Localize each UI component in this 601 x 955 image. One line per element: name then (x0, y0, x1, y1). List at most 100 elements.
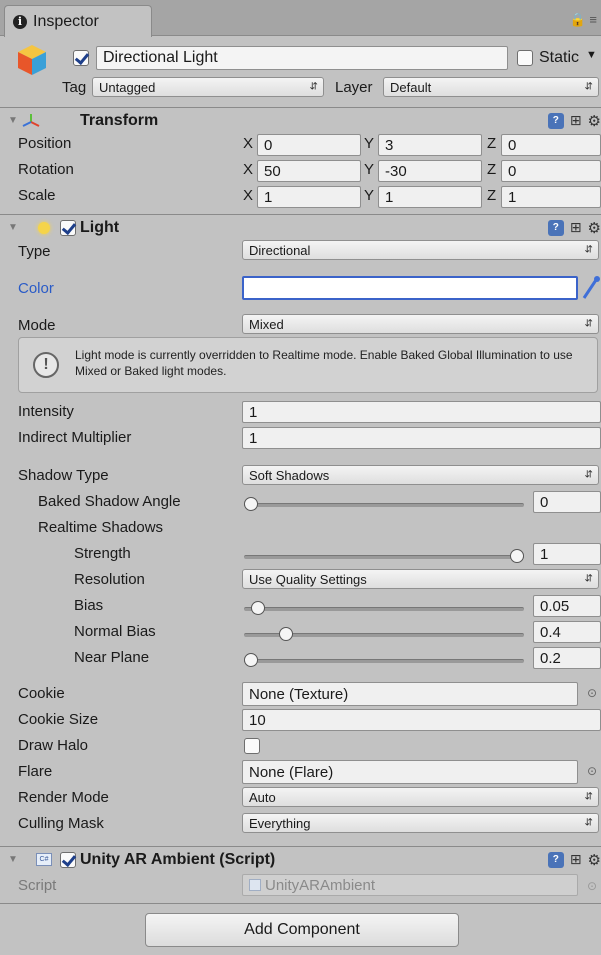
help-book-icon[interactable]: ? (547, 112, 564, 129)
near-plane-label: Near Plane (74, 649, 150, 666)
object-active-checkbox[interactable] (73, 50, 89, 66)
strength-label: Strength (74, 545, 131, 562)
culling-mask-label: Culling Mask (18, 815, 104, 832)
light-header[interactable]: ▼ Light ? ⊞ ⚙ (0, 214, 601, 240)
object-picker-icon[interactable]: ⊙ (587, 686, 597, 700)
gear-icon[interactable]: ⚙ (588, 112, 601, 130)
type-label: Type (18, 243, 51, 260)
render-mode-label: Render Mode (18, 789, 109, 806)
color-label: Color (18, 280, 54, 297)
rotation-x-field[interactable]: 50 (257, 160, 361, 182)
lock-icon[interactable]: 🔒 ≡ (570, 12, 597, 28)
transform-axes-icon (22, 114, 40, 127)
bias-knob[interactable] (250, 601, 265, 615)
static-checkbox[interactable] (517, 50, 533, 66)
normal-bias-knob[interactable] (279, 627, 294, 641)
realtime-shadows-label: Realtime Shadows (38, 519, 164, 536)
render-mode-value: Auto (249, 789, 276, 805)
scale-z-field[interactable]: 1 (501, 186, 601, 208)
bias-track[interactable] (244, 607, 524, 611)
position-x-field[interactable]: 0 (257, 134, 361, 156)
flare-field[interactable]: None (Flare) (242, 760, 578, 784)
script-asset-icon (249, 879, 261, 891)
foldout-arrow-icon[interactable]: ▼ (8, 854, 18, 865)
cookie-size-label: Cookie Size (18, 711, 99, 728)
color-swatch-field[interactable] (242, 276, 578, 300)
position-y-field[interactable]: 3 (378, 134, 482, 156)
position-z-axis: Z (487, 135, 497, 152)
object-picker-icon[interactable]: ⊙ (587, 764, 597, 778)
type-value: Directional (249, 242, 311, 258)
shadow-type-value: Soft Shadows (249, 467, 330, 483)
strength-track[interactable] (244, 555, 524, 559)
script-component-title: Unity AR Ambient (Script) (80, 850, 276, 868)
resolution-dropdown[interactable]: Use Quality Settings ⇵ (242, 569, 599, 589)
type-dropdown[interactable]: Directional ⇵ (242, 240, 599, 260)
rotation-label: Rotation (18, 161, 74, 178)
foldout-arrow-icon[interactable]: ▼ (8, 115, 18, 126)
tag-dropdown[interactable]: Untagged ⇵ (92, 77, 324, 97)
culling-mask-dropdown[interactable]: Everything ⇵ (242, 813, 599, 833)
strength-field[interactable]: 1 (533, 543, 601, 565)
scale-y-field[interactable]: 1 (378, 186, 482, 208)
help-book-icon[interactable]: ? (547, 851, 564, 868)
strength-knob[interactable] (510, 549, 524, 563)
near-plane-field[interactable]: 0.2 (533, 647, 601, 669)
scale-x-field[interactable]: 1 (257, 186, 361, 208)
resolution-label: Resolution (74, 571, 145, 588)
layer-label: Layer (335, 79, 373, 96)
position-z-field[interactable]: 0 (501, 134, 601, 156)
inspector-tab-bar: i Inspector 🔒 ≡ (0, 0, 601, 37)
near-plane-track[interactable] (244, 659, 524, 663)
bias-field[interactable]: 0.05 (533, 595, 601, 617)
light-enabled-checkbox[interactable] (60, 219, 76, 236)
light-bulb-icon (38, 221, 50, 234)
baked-shadow-angle-field[interactable]: 0 (533, 491, 601, 513)
dropdown-arrow-icon: ⇵ (584, 81, 593, 93)
mode-dropdown[interactable]: Mixed ⇵ (242, 314, 599, 334)
cookie-size-field[interactable]: 10 (242, 709, 601, 731)
dropdown-arrow-icon: ⇵ (584, 318, 593, 330)
scale-x-axis: X (243, 187, 254, 204)
preset-icon[interactable]: ⊞ (570, 112, 582, 129)
script-value: UnityARAmbient (265, 876, 376, 894)
help-text: Light mode is currently overridden to Re… (75, 348, 573, 378)
transform-header[interactable]: ▼ Transform ? ⊞ ⚙ (0, 107, 601, 133)
position-x-axis: X (243, 135, 254, 152)
intensity-field[interactable]: 1 (242, 401, 601, 423)
dropdown-arrow-icon: ⇵ (584, 791, 593, 803)
normal-bias-field[interactable]: 0.4 (533, 621, 601, 643)
eyedropper-icon[interactable] (581, 275, 601, 301)
indirect-multiplier-field[interactable]: 1 (242, 427, 601, 449)
baked-shadow-angle-knob[interactable] (244, 497, 258, 511)
cookie-field[interactable]: None (Texture) (242, 682, 578, 706)
preset-icon[interactable]: ⊞ (570, 851, 582, 868)
add-component-button[interactable]: Add Component (145, 913, 459, 947)
rotation-y-field[interactable]: -30 (378, 160, 482, 182)
tab-inspector[interactable]: i Inspector (4, 5, 152, 37)
help-book-icon[interactable]: ? (547, 219, 564, 236)
gear-icon[interactable]: ⚙ (588, 851, 601, 869)
rotation-z-field[interactable]: 0 (501, 160, 601, 182)
baked-shadow-angle-track[interactable] (244, 503, 524, 507)
cookie-label: Cookie (18, 685, 65, 702)
foldout-arrow-icon[interactable]: ▼ (8, 222, 18, 233)
normal-bias-label: Normal Bias (74, 623, 156, 640)
gameobject-cube-icon (18, 45, 46, 75)
light-title: Light (80, 218, 120, 236)
script-enabled-checkbox[interactable] (60, 851, 76, 868)
object-name-field[interactable]: Directional Light (96, 46, 508, 70)
draw-halo-checkbox[interactable] (244, 738, 260, 754)
mode-label: Mode (18, 317, 56, 334)
layer-dropdown[interactable]: Default ⇵ (383, 77, 599, 97)
preset-icon[interactable]: ⊞ (570, 219, 582, 236)
gear-icon[interactable]: ⚙ (588, 219, 601, 237)
rotation-x-axis: X (243, 161, 254, 178)
static-dropdown-arrow-icon[interactable]: ▼ (586, 49, 597, 61)
rotation-z-axis: Z (487, 161, 497, 178)
layer-value: Default (390, 79, 432, 95)
shadow-type-dropdown[interactable]: Soft Shadows ⇵ (242, 465, 599, 485)
near-plane-knob[interactable] (244, 653, 258, 667)
render-mode-dropdown[interactable]: Auto ⇵ (242, 787, 599, 807)
script-component-header[interactable]: ▼ C# Unity AR Ambient (Script) ? ⊞ ⚙ (0, 846, 601, 872)
